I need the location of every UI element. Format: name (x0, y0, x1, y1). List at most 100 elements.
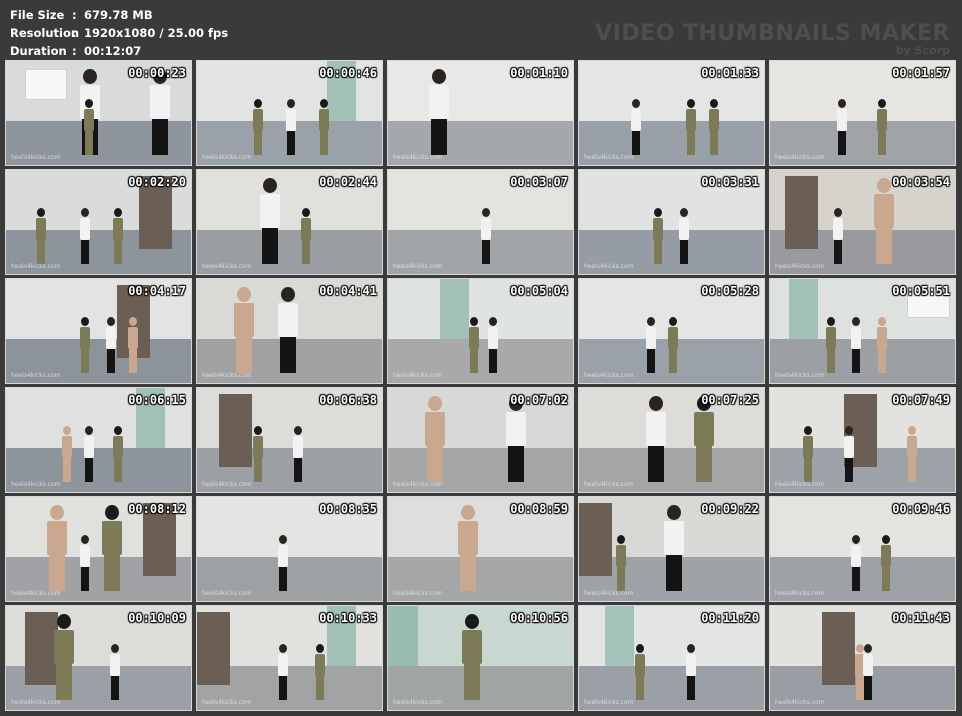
frame-person-part (617, 534, 625, 544)
thumbnail-watermark: heels4kicks.com (11, 699, 61, 706)
frame-person (293, 425, 304, 482)
video-thumbnail[interactable]: 00:01:57 heels4kicks.com (769, 60, 956, 166)
video-thumbnail[interactable]: 00:07:02 heels4kicks.com (387, 387, 574, 493)
thumbnail-watermark: heels4kicks.com (202, 699, 252, 706)
video-thumbnail[interactable]: 00:06:15 heels4kicks.com (5, 387, 192, 493)
brand-title: VIDEO THUMBNAILS MAKER (595, 21, 950, 46)
frame-person-part (852, 316, 861, 326)
frame-person-part (881, 544, 891, 567)
thumbnail-watermark: heels4kicks.com (11, 481, 61, 488)
video-thumbnail[interactable]: 00:08:12 heels4kicks.com (5, 496, 192, 602)
video-thumbnail[interactable]: 00:01:10 heels4kicks.com (387, 60, 574, 166)
frame-person-part (709, 130, 718, 155)
video-thumbnail[interactable]: 00:06:38 heels4kicks.com (196, 387, 383, 493)
frame-person-part (803, 435, 814, 458)
frame-person-part (837, 98, 846, 108)
frame-person (877, 316, 888, 373)
frame-person-part (863, 643, 872, 653)
video-thumbnail[interactable]: 00:09:46 heels4kicks.com (769, 496, 956, 602)
video-thumbnail[interactable]: 00:10:09 heels4kicks.com (5, 605, 192, 711)
video-thumbnail[interactable]: 00:00:23 heels4kicks.com (5, 60, 192, 166)
frame-person-part (81, 239, 89, 264)
frame-person-part (654, 207, 662, 217)
video-thumbnail[interactable]: 00:11:20 heels4kicks.com (578, 605, 765, 711)
frame-person (667, 316, 678, 373)
frame-person-part (114, 239, 123, 264)
video-thumbnail[interactable]: 00:03:07 heels4kicks.com (387, 169, 574, 275)
frame-person-part (319, 108, 330, 131)
frame-person-part (878, 316, 887, 326)
video-thumbnail[interactable]: 00:11:43 heels4kicks.com (769, 605, 956, 711)
frame-person-part (470, 316, 479, 326)
duration-value: 00:12:07 (84, 44, 142, 58)
video-thumbnail[interactable]: 00:04:17 heels4kicks.com (5, 278, 192, 384)
frame-person (906, 425, 917, 482)
frame-person (873, 177, 894, 264)
frame-curtain (784, 176, 819, 250)
frame-person-part (664, 520, 685, 555)
frame-curtain (219, 394, 253, 468)
frame-person-part (428, 84, 449, 119)
frame-person-part (48, 554, 65, 591)
video-thumbnail[interactable]: 00:05:28 heels4kicks.com (578, 278, 765, 384)
frame-person-part (261, 227, 278, 264)
frame-person-part (832, 217, 843, 240)
frame-person-part (106, 316, 115, 326)
frame-person (645, 395, 666, 482)
frame-person-part (687, 643, 696, 653)
frame-person-part (693, 411, 714, 446)
frame-person-part (252, 435, 263, 458)
file-size-row: File Size : 679.78 MB (10, 6, 228, 24)
thumbnail-timestamp: 00:01:57 (892, 66, 950, 80)
frame-curtain (821, 612, 856, 686)
video-thumbnail[interactable]: 00:10:56 heels4kicks.com (387, 605, 574, 711)
frame-person-part (301, 207, 310, 217)
frame-person-part (878, 98, 887, 108)
thumbnail-watermark: heels4kicks.com (202, 263, 252, 270)
frame-person-part (113, 217, 124, 240)
frame-person-part (906, 435, 917, 458)
frame-person-part (80, 326, 90, 349)
frame-person (634, 643, 645, 700)
frame-person-part (488, 348, 497, 373)
video-thumbnail[interactable]: 00:07:49 heels4kicks.com (769, 387, 956, 493)
thumbnail-watermark: heels4kicks.com (202, 372, 252, 379)
video-thumbnail[interactable]: 00:00:46 heels4kicks.com (196, 60, 383, 166)
frame-person-part (81, 566, 89, 591)
resolution-value: 1920x1080 / 25.00 fps (84, 26, 229, 40)
frame-person-part (80, 544, 90, 567)
file-size-label: File Size (10, 8, 65, 22)
video-thumbnail[interactable]: 00:05:04 heels4kicks.com (387, 278, 574, 384)
video-thumbnail[interactable]: 00:02:20 heels4kicks.com (5, 169, 192, 275)
video-thumbnail[interactable]: 00:10:33 heels4kicks.com (196, 605, 383, 711)
frame-person-part (851, 544, 862, 567)
frame-person-part (428, 395, 442, 411)
video-thumbnail[interactable]: 00:07:25 heels4kicks.com (578, 387, 765, 493)
video-thumbnail[interactable]: 00:01:33 heels4kicks.com (578, 60, 765, 166)
thumbnail-watermark: heels4kicks.com (584, 154, 634, 161)
video-thumbnail[interactable]: 00:08:59 heels4kicks.com (387, 496, 574, 602)
video-thumbnail[interactable]: 00:08:35 heels4kicks.com (196, 496, 383, 602)
video-thumbnail[interactable]: 00:04:41 heels4kicks.com (196, 278, 383, 384)
thumbnail-timestamp: 00:06:15 (128, 393, 186, 407)
frame-person (678, 207, 689, 264)
frame-person (54, 613, 75, 700)
frame-person-part (487, 326, 498, 349)
video-thumbnail[interactable]: 00:03:54 heels4kicks.com (769, 169, 956, 275)
frame-person-part (81, 207, 89, 217)
thumbnail-watermark: heels4kicks.com (11, 590, 61, 597)
video-thumbnail[interactable]: 00:03:31 heels4kicks.com (578, 169, 765, 275)
frame-person-part (106, 348, 115, 373)
video-thumbnail[interactable]: 00:09:22 heels4kicks.com (578, 496, 765, 602)
resolution-label: Resolution (10, 26, 80, 40)
frame-person (278, 286, 299, 373)
frame-person-part (833, 207, 842, 217)
video-thumbnail[interactable]: 00:02:44 heels4kicks.com (196, 169, 383, 275)
frame-person-part (110, 643, 119, 653)
frame-person-part (81, 348, 89, 373)
video-thumbnail[interactable]: 00:05:51 heels4kicks.com (769, 278, 956, 384)
frame-person-part (114, 425, 123, 435)
frame-person-part (294, 457, 303, 482)
thumbnail-timestamp: 00:07:49 (892, 393, 950, 407)
frame-person (458, 504, 479, 591)
